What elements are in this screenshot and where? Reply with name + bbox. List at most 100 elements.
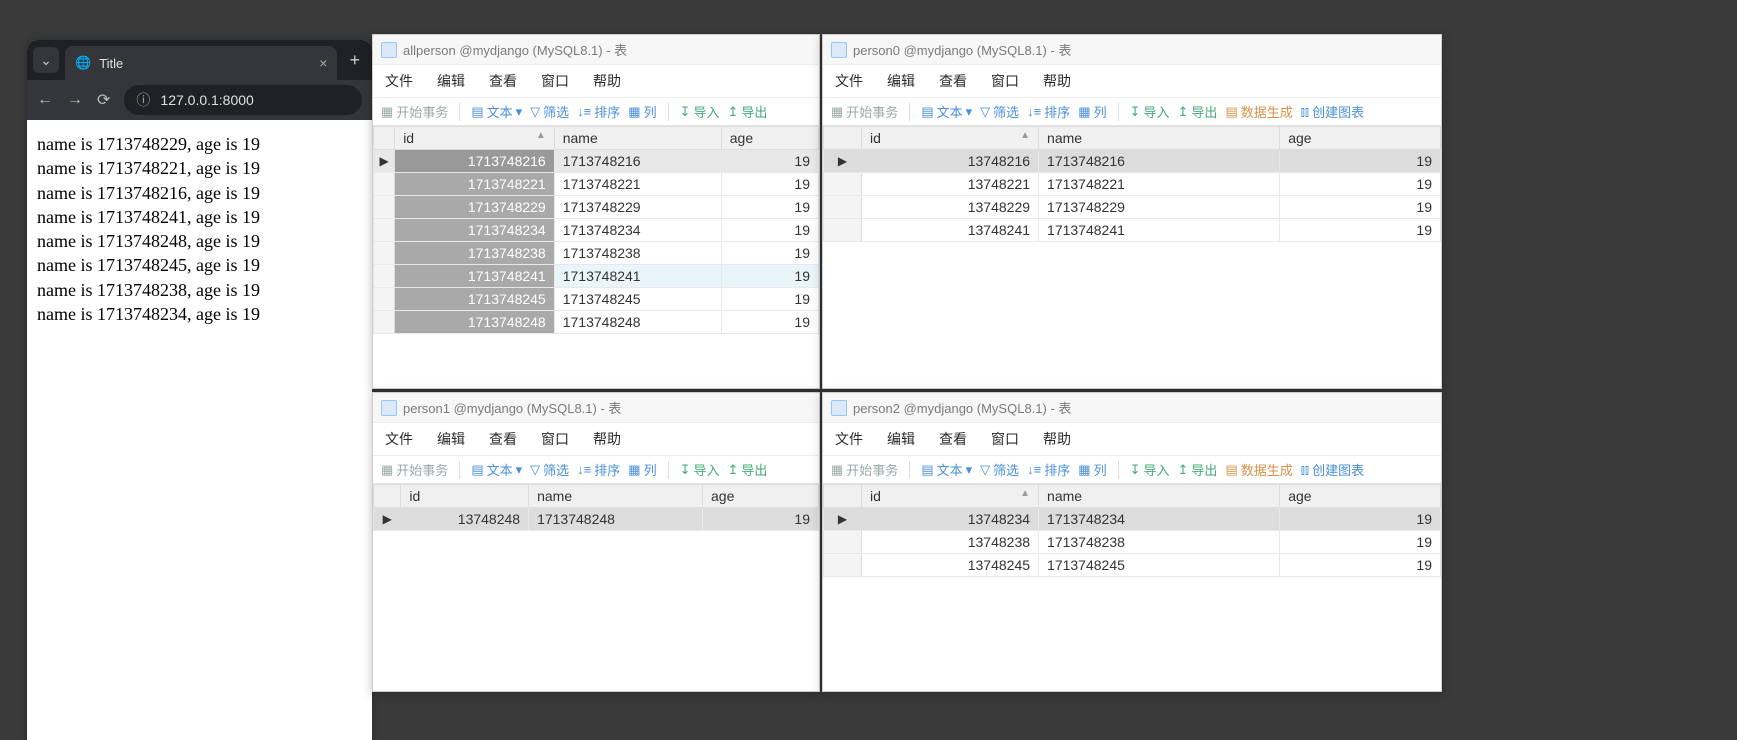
menu-window[interactable]: 窗口 xyxy=(991,71,1019,91)
col-age[interactable]: age xyxy=(1280,127,1441,150)
cell-name[interactable]: 1713748216 xyxy=(1039,150,1280,173)
cell-age[interactable]: 19 xyxy=(1280,219,1441,242)
cell-id[interactable]: 1713748216 xyxy=(395,150,555,173)
import-button[interactable]: ↧ 导入 xyxy=(1130,102,1170,121)
cell-name[interactable]: 1713748241 xyxy=(1039,219,1280,242)
cell-name[interactable]: 1713748238 xyxy=(554,242,721,265)
cell-id[interactable]: 1713748234 xyxy=(395,219,555,242)
text-button[interactable]: ▤ 文本 ▾ xyxy=(921,460,972,479)
cell-name[interactable]: 1713748245 xyxy=(554,288,721,311)
cell-id[interactable]: 1713748248 xyxy=(395,311,555,334)
data-table[interactable]: id▲ name age ▶13748216171374821619137482… xyxy=(823,126,1441,242)
filter-button[interactable]: ▽ 筛选 xyxy=(530,102,569,121)
col-age[interactable]: age xyxy=(703,485,819,508)
cell-id[interactable]: 13748221 xyxy=(861,173,1038,196)
text-button[interactable]: ▤ 文本 ▾ xyxy=(921,102,972,121)
datagen-button[interactable]: ▤ 数据生成 xyxy=(1225,102,1292,121)
menu-help[interactable]: 帮助 xyxy=(593,71,621,91)
datagen-button[interactable]: ▤ 数据生成 xyxy=(1225,460,1292,479)
table-row[interactable]: ▶1713748216171374821619 xyxy=(374,150,819,173)
cell-id[interactable]: 13748248 xyxy=(401,508,529,531)
menu-view[interactable]: 查看 xyxy=(489,71,517,91)
new-tab-button[interactable]: + xyxy=(343,50,366,71)
export-button[interactable]: ↥ 导出 xyxy=(728,102,768,121)
table-row[interactable]: 13748238171374823819 xyxy=(824,531,1441,554)
col-name[interactable]: name xyxy=(1039,485,1280,508)
cell-name[interactable]: 1713748216 xyxy=(554,150,721,173)
menu-file[interactable]: 文件 xyxy=(385,429,413,449)
import-button[interactable]: ↧ 导入 xyxy=(1130,460,1170,479)
cell-name[interactable]: 1713748241 xyxy=(554,265,721,288)
cell-age[interactable]: 19 xyxy=(703,508,819,531)
table-row[interactable]: 13748229171374822919 xyxy=(824,196,1441,219)
cell-name[interactable]: 1713748221 xyxy=(1039,173,1280,196)
cell-name[interactable]: 1713748234 xyxy=(554,219,721,242)
table-row[interactable]: 1713748229171374822919 xyxy=(374,196,819,219)
menu-file[interactable]: 文件 xyxy=(385,71,413,91)
cell-id[interactable]: 13748241 xyxy=(861,219,1038,242)
text-button[interactable]: ▤ 文本 ▾ xyxy=(471,102,522,121)
cell-id[interactable]: 1713748241 xyxy=(395,265,555,288)
column-button[interactable]: ▦ 列 xyxy=(628,460,656,479)
begin-transaction-button[interactable]: ▦ 开始事务 xyxy=(381,102,448,121)
cell-name[interactable]: 1713748234 xyxy=(1039,508,1280,531)
forward-button[interactable]: → xyxy=(67,91,83,109)
import-button[interactable]: ↧ 导入 xyxy=(680,460,720,479)
cell-name[interactable]: 1713748248 xyxy=(554,311,721,334)
sort-button[interactable]: ↓≡ 排序 xyxy=(577,460,620,479)
text-button[interactable]: ▤ 文本 ▾ xyxy=(471,460,522,479)
sort-button[interactable]: ↓≡ 排序 xyxy=(577,102,620,121)
window-titlebar[interactable]: person2 @mydjango (MySQL8.1) - 表 xyxy=(823,393,1441,423)
chart-button[interactable]: ⫾⫾ 创建图表 xyxy=(1301,102,1364,121)
cell-id[interactable]: 13748238 xyxy=(861,531,1038,554)
cell-age[interactable]: 19 xyxy=(1280,508,1441,531)
column-button[interactable]: ▦ 列 xyxy=(628,102,656,121)
cell-id[interactable]: 1713748221 xyxy=(395,173,555,196)
back-button[interactable]: ← xyxy=(37,91,53,109)
close-icon[interactable]: × xyxy=(319,55,327,71)
menu-view[interactable]: 查看 xyxy=(489,429,517,449)
data-table[interactable]: id▲ name age ▶13748234171374823419137482… xyxy=(823,484,1441,577)
menu-view[interactable]: 查看 xyxy=(939,71,967,91)
cell-age[interactable]: 19 xyxy=(1280,173,1441,196)
menu-file[interactable]: 文件 xyxy=(835,71,863,91)
cell-age[interactable]: 19 xyxy=(721,265,818,288)
table-row[interactable]: ▶13748216171374821619 xyxy=(824,150,1441,173)
menu-help[interactable]: 帮助 xyxy=(1043,429,1071,449)
table-row[interactable]: ▶13748248171374824819 xyxy=(374,508,819,531)
table-row[interactable]: ▶13748234171374823419 xyxy=(824,508,1441,531)
table-row[interactable]: 13748221171374822119 xyxy=(824,173,1441,196)
cell-id[interactable]: 13748234 xyxy=(861,508,1038,531)
cell-age[interactable]: 19 xyxy=(1280,531,1441,554)
export-button[interactable]: ↥ 导出 xyxy=(728,460,768,479)
begin-transaction-button[interactable]: ▦ 开始事务 xyxy=(381,460,448,479)
menu-view[interactable]: 查看 xyxy=(939,429,967,449)
col-id[interactable]: id xyxy=(401,485,529,508)
export-button[interactable]: ↥ 导出 xyxy=(1178,102,1218,121)
reload-button[interactable]: ⟳ xyxy=(97,90,110,110)
menu-edit[interactable]: 编辑 xyxy=(437,71,465,91)
menu-window[interactable]: 窗口 xyxy=(541,429,569,449)
begin-transaction-button[interactable]: ▦ 开始事务 xyxy=(831,102,898,121)
col-id[interactable]: id▲ xyxy=(395,127,555,150)
menu-edit[interactable]: 编辑 xyxy=(887,71,915,91)
cell-age[interactable]: 19 xyxy=(721,311,818,334)
import-button[interactable]: ↧ 导入 xyxy=(680,102,720,121)
menu-edit[interactable]: 编辑 xyxy=(437,429,465,449)
cell-age[interactable]: 19 xyxy=(721,242,818,265)
window-titlebar[interactable]: person1 @mydjango (MySQL8.1) - 表 xyxy=(373,393,819,423)
cell-name[interactable]: 1713748229 xyxy=(1039,196,1280,219)
menu-help[interactable]: 帮助 xyxy=(1043,71,1071,91)
cell-age[interactable]: 19 xyxy=(721,150,818,173)
menu-window[interactable]: 窗口 xyxy=(541,71,569,91)
table-row[interactable]: 1713748234171374823419 xyxy=(374,219,819,242)
table-row[interactable]: 1713748248171374824819 xyxy=(374,311,819,334)
cell-name[interactable]: 1713748229 xyxy=(554,196,721,219)
col-id[interactable]: id▲ xyxy=(861,127,1038,150)
sort-button[interactable]: ↓≡ 排序 xyxy=(1027,460,1070,479)
table-row[interactable]: 1713748238171374823819 xyxy=(374,242,819,265)
cell-id[interactable]: 13748245 xyxy=(861,554,1038,577)
data-table[interactable]: id▲ name age ▶17137482161713748216191713… xyxy=(373,126,819,334)
cell-name[interactable]: 1713748221 xyxy=(554,173,721,196)
cell-age[interactable]: 19 xyxy=(1280,196,1441,219)
